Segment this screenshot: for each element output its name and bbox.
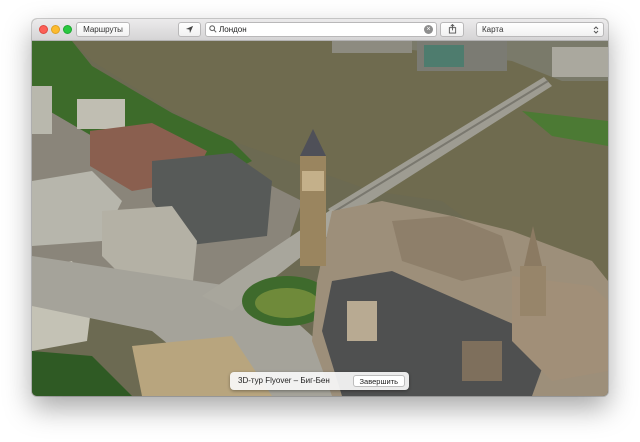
- chevron-down-icon: [593, 26, 599, 34]
- maps-window: Маршруты × Карта: [32, 19, 608, 396]
- map-type-value: Карта: [482, 25, 504, 34]
- location-arrow-icon: [185, 25, 194, 34]
- flyover-title: 3D-тур Flyover – Биг-Бен: [238, 376, 330, 385]
- minimize-window-button[interactable]: [51, 25, 60, 34]
- search-field[interactable]: ×: [205, 22, 437, 37]
- flyover-tour-bar: 3D-тур Flyover – Биг-Бен Завершить: [230, 372, 409, 390]
- share-button[interactable]: [440, 22, 464, 37]
- search-input[interactable]: [219, 23, 419, 36]
- flyover-3d-map[interactable]: [32, 41, 608, 396]
- toolbar: Маршруты × Карта: [32, 19, 608, 41]
- zoom-window-button[interactable]: [63, 25, 72, 34]
- routes-button[interactable]: Маршруты: [76, 22, 130, 37]
- map-type-select[interactable]: Карта: [476, 22, 604, 37]
- search-icon: [209, 25, 217, 33]
- share-icon: [448, 23, 456, 34]
- clear-icon[interactable]: ×: [424, 25, 433, 34]
- current-location-button[interactable]: [178, 22, 201, 37]
- end-tour-button[interactable]: Завершить: [352, 375, 405, 387]
- close-window-button[interactable]: [39, 25, 48, 34]
